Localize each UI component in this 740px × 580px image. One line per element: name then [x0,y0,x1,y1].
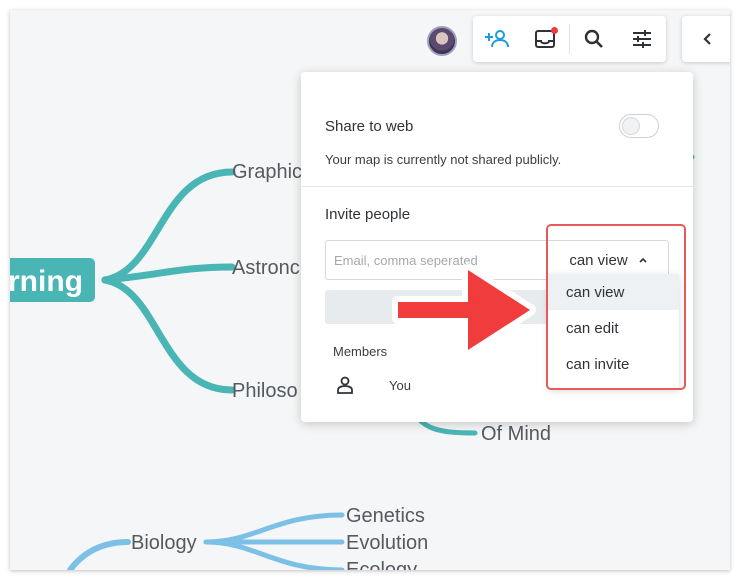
settings-button[interactable] [618,16,666,62]
toggle-knob [622,117,640,135]
node-graphic[interactable]: Graphic [232,161,302,183]
share-status-text: Your map is currently not shared publicl… [325,152,562,167]
branch-connector-graphic [101,168,236,284]
share-to-web-toggle[interactable] [619,114,659,138]
sliders-icon [633,30,651,48]
node-astronomy[interactable]: Astronc [232,257,300,279]
node-of-mind[interactable]: Of Mind [481,423,551,445]
biology-connector-in [67,539,131,570]
panel-divider [301,186,693,187]
permission-select-value: can view [569,251,628,269]
node-genetics[interactable]: Genetics [346,505,425,527]
option-can-edit[interactable]: can edit [548,310,679,346]
mind-map-canvas[interactable]: rning Graphic Astronc Philoso Of Mind Bi… [10,10,730,570]
share-button[interactable] [473,16,521,62]
branch-connector-philosophy [101,276,236,394]
search-icon [584,29,603,48]
root-node-label: rning [10,265,83,298]
inbox-button[interactable] [521,16,569,62]
biology-connector-genetics [203,512,345,545]
node-philosophy[interactable]: Philoso [232,380,298,402]
collapse-panel-button[interactable] [682,16,730,62]
invite-people-title: Invite people [325,206,411,223]
chevron-up-icon [639,257,647,263]
permission-dropdown: can view can edit can invite [548,274,679,389]
option-can-view[interactable]: can view [548,274,679,310]
person-icon [337,376,353,394]
member-name: You [389,378,411,393]
node-ecology[interactable]: Ecology [346,559,417,570]
biology-connector-ecology [203,539,345,570]
add-person-icon [485,30,509,48]
email-input[interactable] [325,240,565,280]
top-toolbar [473,16,666,62]
members-label: Members [333,344,388,359]
chevron-left-icon [703,33,711,45]
user-avatar[interactable] [427,26,457,56]
share-to-web-title: Share to web [325,118,414,135]
node-evolution[interactable]: Evolution [346,532,428,554]
option-can-invite[interactable]: can invite [548,346,679,382]
node-biology[interactable]: Biology [131,532,197,554]
notification-dot [551,27,558,34]
search-button[interactable] [570,16,618,62]
